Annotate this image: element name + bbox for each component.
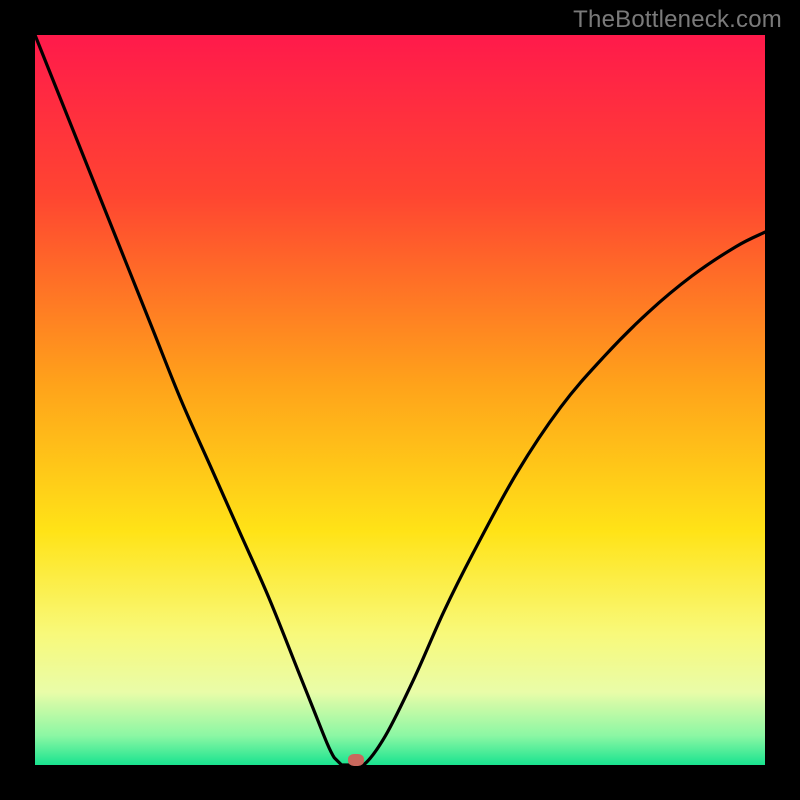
bottleneck-curve xyxy=(35,35,765,765)
chart-frame: TheBottleneck.com xyxy=(0,0,800,800)
optimal-point-marker xyxy=(348,754,364,766)
plot-area xyxy=(35,35,765,765)
watermark-text: TheBottleneck.com xyxy=(573,6,782,34)
